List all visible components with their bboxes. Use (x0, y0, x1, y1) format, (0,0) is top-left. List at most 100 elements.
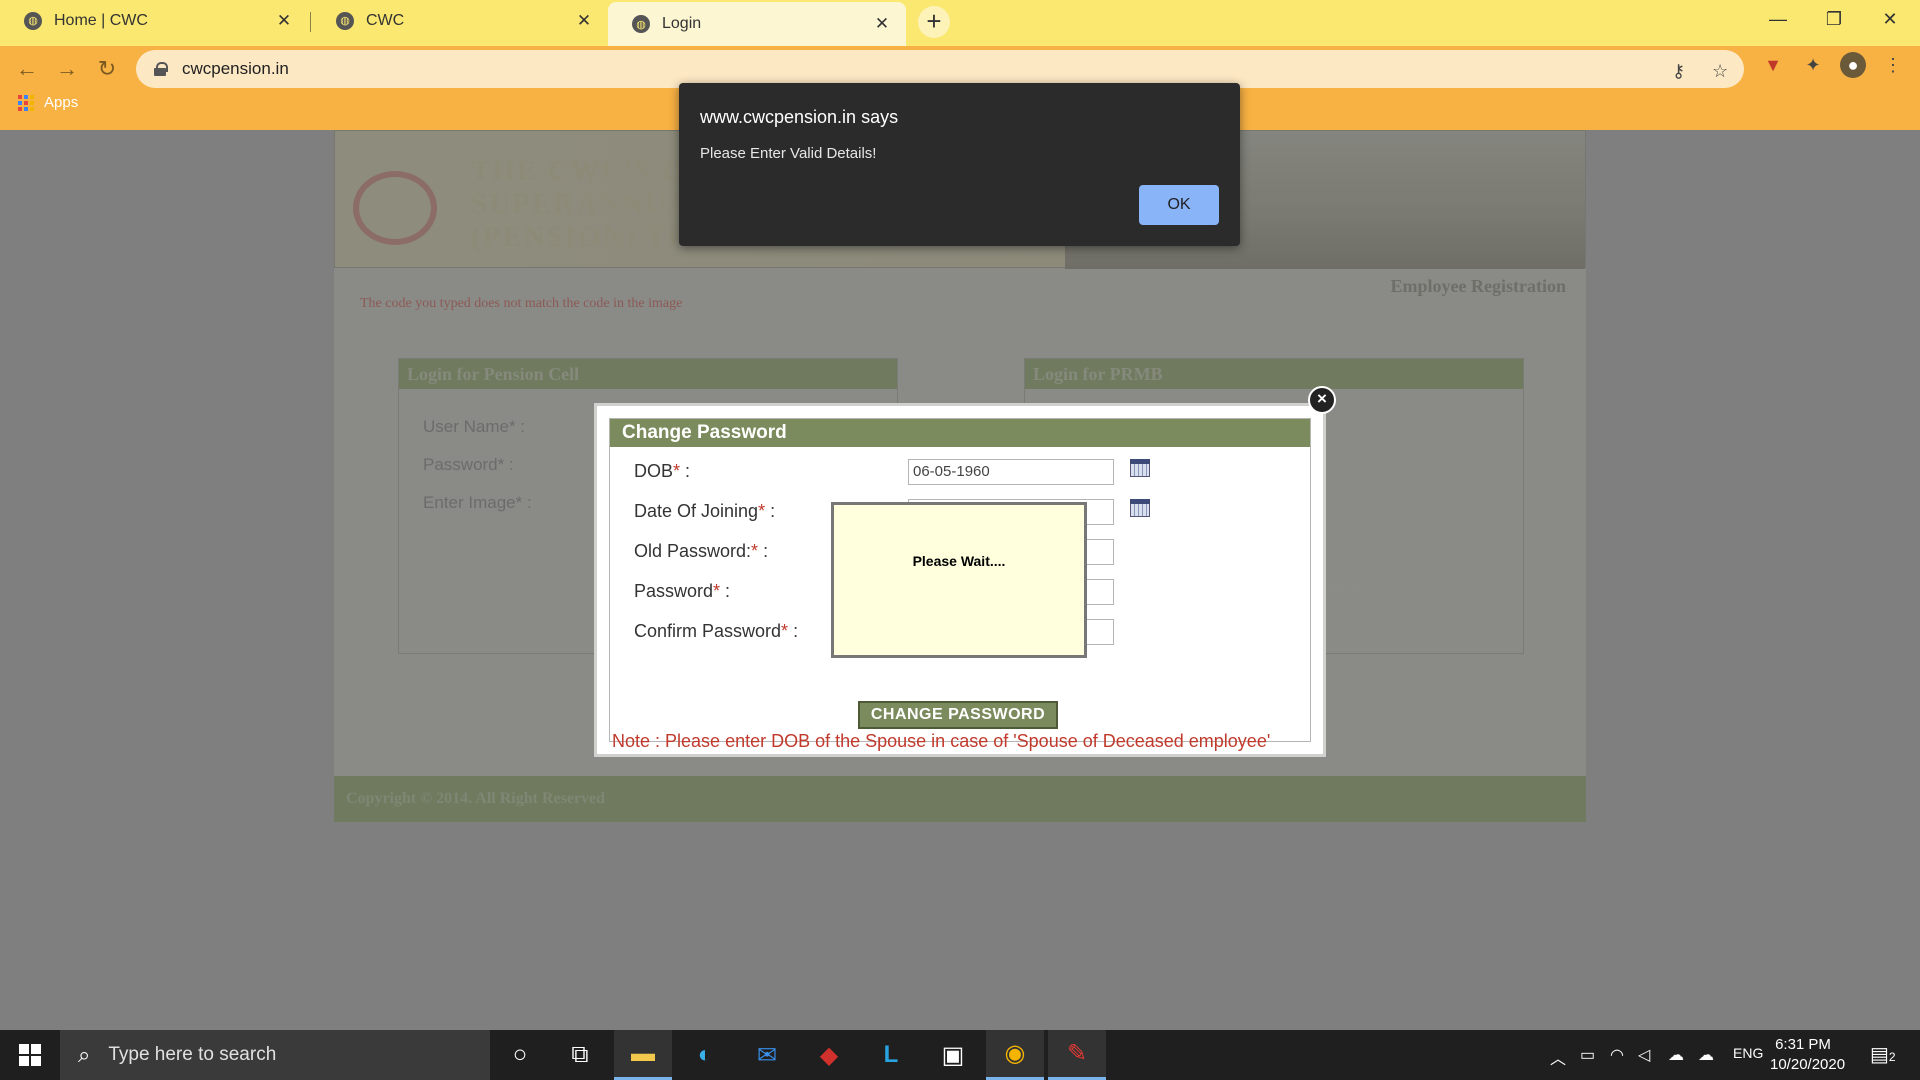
tab-title: Login (662, 15, 702, 32)
enter-image-label: Enter Image* : (423, 493, 532, 512)
panel-title: Login for PRMB (1025, 359, 1523, 389)
close-window-button[interactable]: ✕ (1862, 0, 1918, 40)
store-icon[interactable]: ▣ (924, 1030, 982, 1080)
key-icon[interactable]: ⚷ (1672, 61, 1685, 82)
globe-icon: ◍ (632, 15, 650, 33)
dob-input[interactable]: 06-05-1960 (908, 459, 1114, 485)
bookmark-star-icon[interactable]: ☆ (1712, 61, 1728, 82)
please-wait-box: Please Wait.... (831, 502, 1087, 658)
doj-calendar-icon[interactable] (1130, 499, 1150, 517)
windows-logo-icon (19, 1044, 41, 1066)
spouse-dob-note: Note : Please enter DOB of the Spouse in… (612, 731, 1271, 751)
notifications-icon[interactable]: ▤2 (1870, 1042, 1896, 1067)
alert-ok-button[interactable]: OK (1139, 185, 1219, 225)
search-icon: ⌕ (78, 1042, 91, 1067)
task-view-icon[interactable]: ⧉ (551, 1030, 609, 1080)
reset-button[interactable]: SET (1325, 577, 1358, 597)
banner-title: THE CWC'S DE SUPERANNUA (PENSION) TR (471, 155, 706, 254)
label-text: DOB (634, 461, 674, 481)
banner-title-line: (PENSION) TR (471, 221, 691, 253)
edge-icon[interactable]: ◐ (676, 1030, 734, 1080)
label-suffix: : (765, 501, 776, 521)
clock-time: 6:31 PM (1775, 1036, 1831, 1053)
battery-icon[interactable]: ▭ (1580, 1045, 1595, 1065)
taskbar-search[interactable]: ⌕ Type here to search (60, 1030, 490, 1080)
banner-title-line: SUPERANNUA (471, 188, 691, 220)
windows-taskbar: ⌕ Type here to search ○ ⧉ ▬ ◐ ✉ ◆ L ▣ ◉ … (0, 1030, 1920, 1080)
acrobat-icon[interactable]: ✎ (1048, 1030, 1106, 1080)
captcha-error-message: The code you typed does not match the co… (360, 296, 683, 311)
field-label: Enter Image (423, 493, 516, 512)
show-hidden-icons-icon[interactable]: ︿ (1550, 1045, 1566, 1069)
restore-button[interactable]: ❐ (1806, 0, 1862, 40)
site-footer: Copyright © 2014. All Right Reserved (334, 776, 1586, 822)
chrome-icon[interactable]: ◉ (986, 1030, 1044, 1080)
menu-kebab-icon[interactable]: ⋮ (1880, 52, 1906, 78)
dob-calendar-icon[interactable] (1130, 459, 1150, 477)
label-suffix: : (788, 621, 799, 641)
required-mark: * (751, 541, 759, 561)
label-text: Confirm Password (634, 621, 782, 641)
onedrive-icon[interactable]: ☁ (1668, 1045, 1684, 1065)
profile-avatar[interactable]: ● (1840, 52, 1866, 78)
forward-icon[interactable]: → (50, 52, 84, 86)
cwc-logo (353, 171, 437, 245)
label-suffix: : (680, 461, 691, 481)
volume-icon[interactable]: ◁ (1638, 1045, 1650, 1065)
label-text: Old Password: (634, 541, 752, 561)
cortana-icon[interactable]: ○ (491, 1030, 549, 1080)
label-suffix: : (758, 541, 769, 561)
apps-label: Apps (44, 94, 79, 111)
modal-close-icon[interactable]: × (1308, 386, 1336, 414)
globe-icon: ◍ (24, 11, 42, 30)
banner-title-line: THE CWC'S DE (471, 155, 707, 187)
dob-label: DOB* : (634, 461, 690, 482)
label-suffix: : (720, 581, 731, 601)
mail-icon[interactable]: ✉ (738, 1030, 796, 1080)
old-password-label: Old Password:* : (634, 541, 768, 562)
alert-heading: www.cwcpension.in says (700, 107, 899, 127)
file-explorer-icon[interactable]: ▬ (614, 1030, 672, 1080)
employee-registration-link[interactable]: Employee Registration (1391, 276, 1566, 297)
new-tab-button[interactable]: + (918, 6, 950, 38)
search-placeholder: Type here to search (108, 1044, 277, 1065)
tab-home-cwc[interactable]: ◍ Home | CWC ✕ (0, 0, 308, 41)
tab-login[interactable]: ◍ Login ✕ (608, 2, 906, 46)
globe-icon: ◍ (336, 11, 354, 30)
cloud-upload-icon[interactable]: ☁ (1698, 1045, 1714, 1065)
lock-icon (154, 62, 168, 76)
minimize-button[interactable]: — (1750, 0, 1806, 40)
mcafee-icon[interactable]: ◆ (800, 1030, 858, 1080)
browser-tab-bar: ◍ Home | CWC ✕ ◍ CWC ✕ ◍ Login ✕ + — ❐ ✕ (0, 0, 1920, 46)
password-label: Password* : (423, 455, 514, 474)
label-text: Date Of Joining (634, 501, 759, 521)
required-mark: * (673, 461, 681, 481)
alert-message: Please Enter Valid Details! (700, 145, 877, 162)
wifi-icon[interactable]: ◠ (1610, 1045, 1624, 1065)
close-tab-icon[interactable]: ✕ (872, 14, 892, 34)
clock[interactable]: 6:31 PM 10/20/2020 (1770, 1035, 1846, 1075)
tab-title: Home | CWC (54, 11, 148, 29)
tab-title: CWC (366, 11, 405, 29)
please-wait-text: Please Wait.... (912, 553, 1006, 569)
change-password-button[interactable]: CHANGE PASSWORD (858, 701, 1058, 729)
field-label: User Name (423, 417, 509, 436)
back-icon[interactable]: ← (10, 52, 44, 86)
language-indicator[interactable]: ENG (1733, 1045, 1763, 1061)
panel-title: Login for Pension Cell (399, 359, 897, 389)
alert-dialog: www.cwcpension.in says Please Enter Vali… (679, 83, 1240, 246)
tab-cwc[interactable]: ◍ CWC ✕ (312, 0, 608, 41)
extensions-puzzle-icon[interactable]: ✦ (1800, 52, 1826, 78)
clock-date: 10/20/2020 (1770, 1056, 1846, 1073)
required-mark: * (781, 621, 789, 641)
pocket-extension-icon[interactable]: ▼ (1760, 52, 1786, 78)
start-button[interactable] (0, 1030, 60, 1080)
field-label: Password (423, 455, 498, 474)
close-tab-icon[interactable]: ✕ (574, 11, 594, 31)
app-l-icon[interactable]: L (862, 1030, 920, 1080)
apps-grid-icon (18, 94, 34, 111)
close-tab-icon[interactable]: ✕ (274, 11, 294, 31)
bookmark-apps[interactable]: Apps (18, 94, 78, 111)
reload-icon[interactable]: ↻ (90, 52, 124, 86)
password-label: Password* : (634, 581, 730, 602)
